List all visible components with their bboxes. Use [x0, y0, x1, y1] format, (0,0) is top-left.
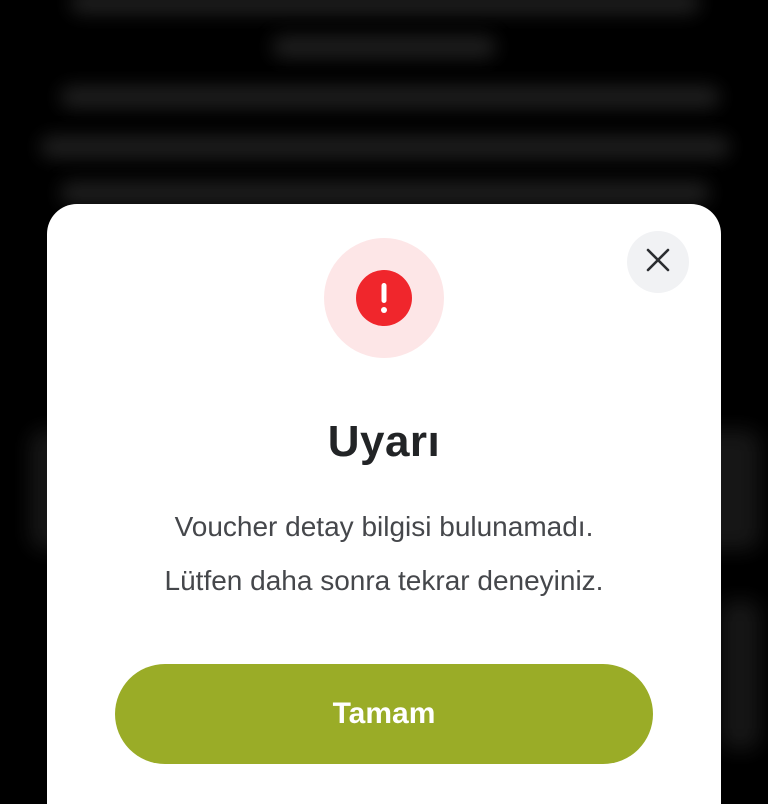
- blurred-text-line: [60, 86, 720, 108]
- exclamation-alert-icon: [356, 270, 412, 326]
- blurred-text-line: [40, 136, 730, 158]
- confirm-button[interactable]: Tamam: [115, 664, 653, 764]
- blurred-text-line: [70, 0, 700, 14]
- dialog-message-line: Voucher detay bilgisi bulunamadı.: [174, 511, 594, 542]
- alert-icon-halo: [324, 238, 444, 358]
- dialog-message-line: Lütfen daha sonra tekrar deneyiniz.: [164, 565, 604, 596]
- blurred-card: [720, 600, 760, 750]
- dialog-title: Uyarı: [327, 417, 441, 466]
- blurred-text-line: [60, 182, 710, 204]
- dialog-message: Voucher detay bilgisi bulunamadı. Lütfen…: [47, 500, 721, 608]
- close-button[interactable]: [627, 231, 689, 293]
- close-icon: [645, 247, 671, 278]
- blurred-text-line: [272, 36, 496, 58]
- alert-dialog: Uyarı Voucher detay bilgisi bulunamadı. …: [47, 204, 721, 804]
